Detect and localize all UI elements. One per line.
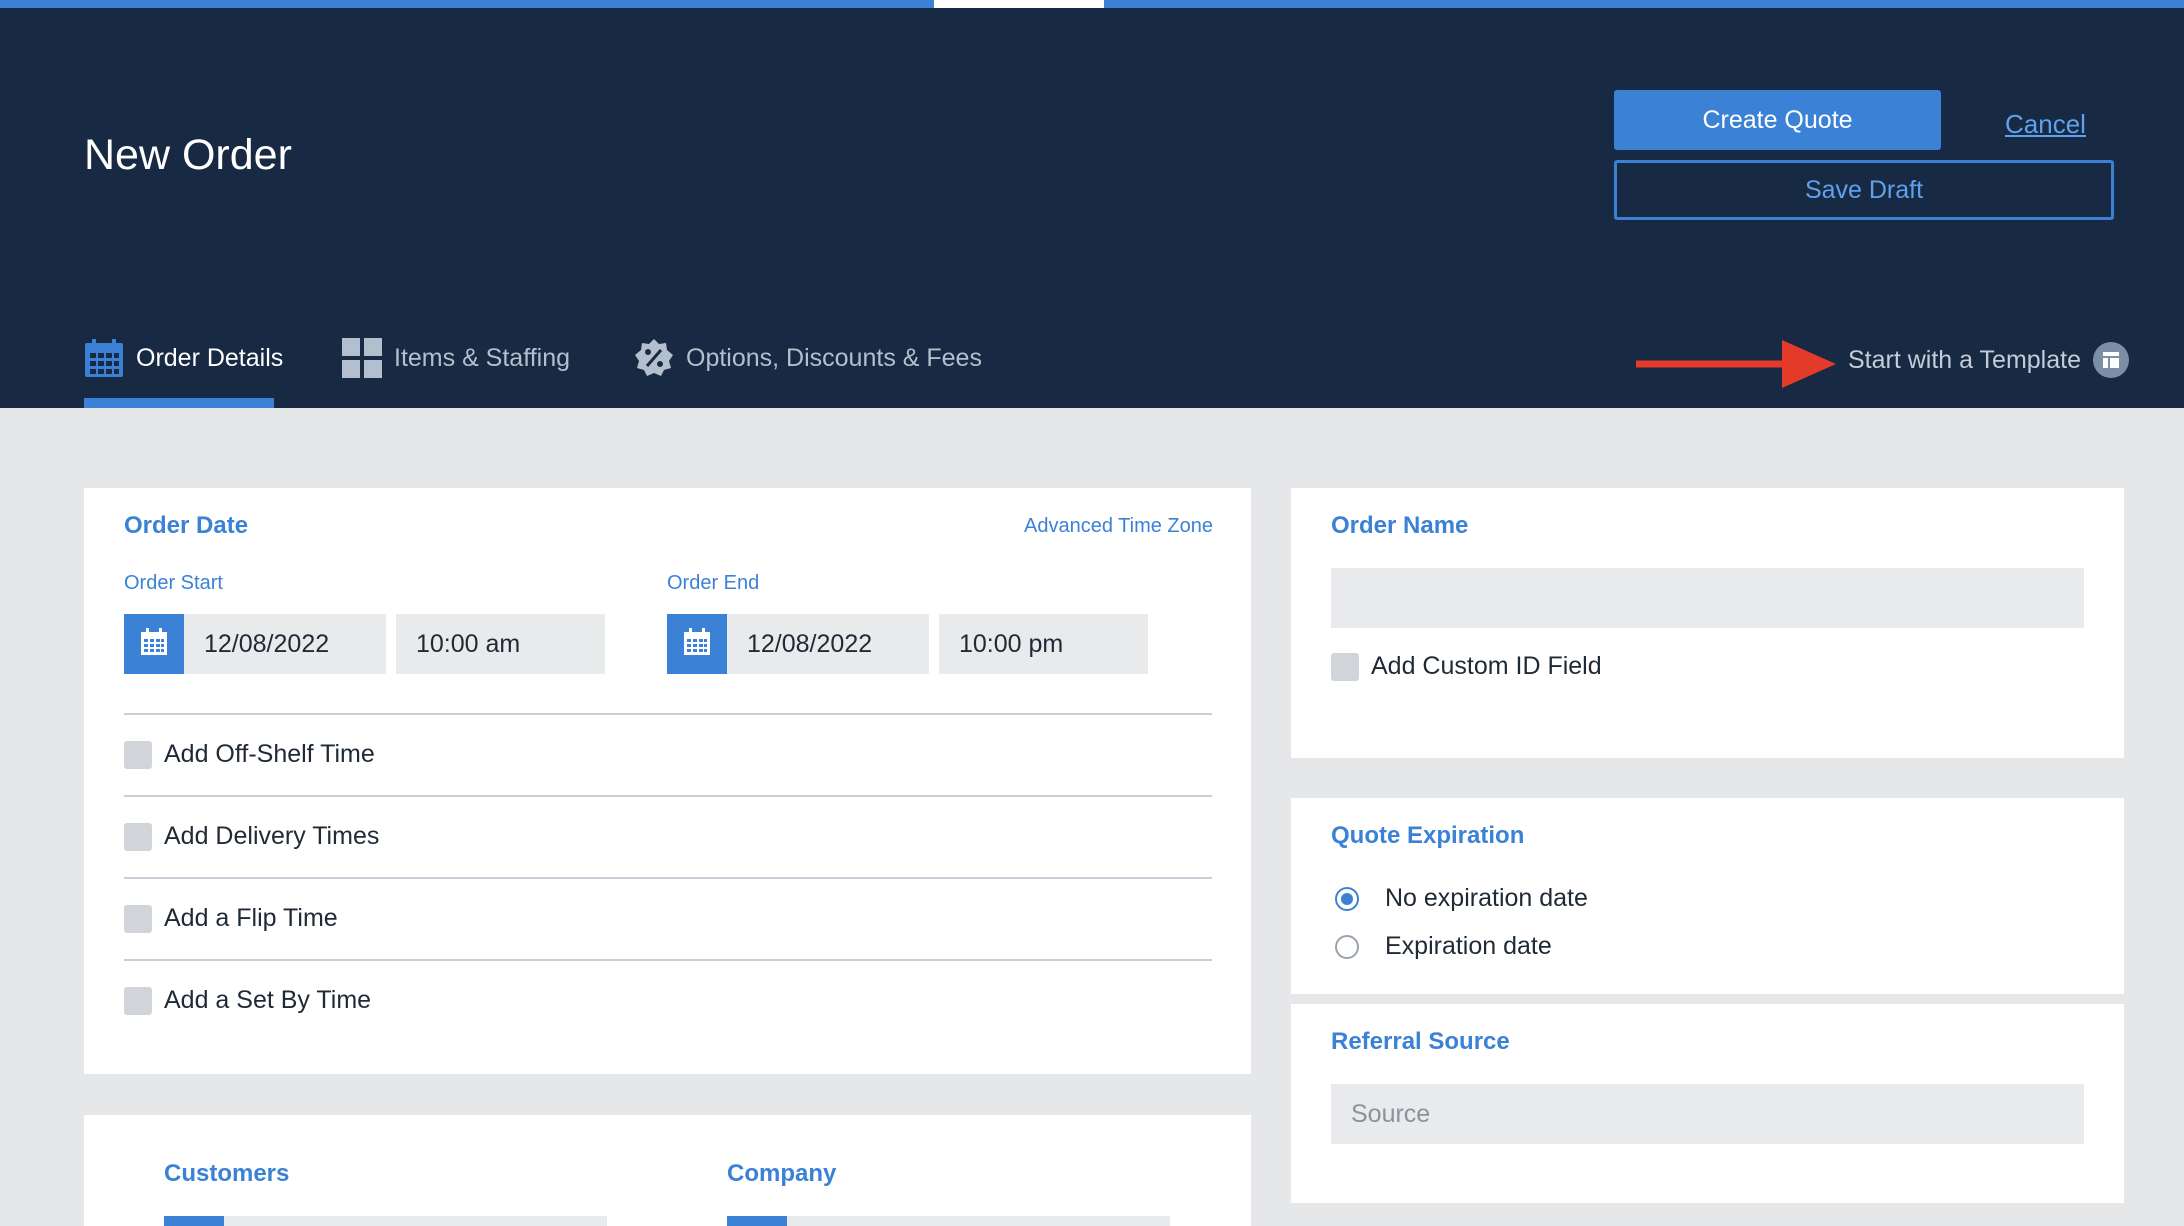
discount-badge-icon: [634, 338, 674, 378]
order-start-date-input[interactable]: 12/08/2022: [184, 614, 386, 674]
checkbox-label: Add a Set By Time: [164, 986, 372, 1014]
radio-selected[interactable]: [1335, 886, 1359, 911]
order-start-label: Order Start: [124, 572, 223, 594]
off-shelf-time-checkbox-row[interactable]: Add Off-Shelf Time: [124, 740, 375, 769]
checkbox[interactable]: [1331, 652, 1359, 681]
customers-input[interactable]: [164, 1216, 607, 1226]
start-with-template-link[interactable]: Start with a Template: [1848, 342, 2129, 378]
customers-title: Customers: [164, 1160, 290, 1187]
customers-card: Customers Company: [84, 1115, 1251, 1226]
divider: [124, 877, 1212, 879]
expiration-date-radio-row[interactable]: Expiration date: [1335, 932, 1552, 961]
radio-unselected[interactable]: [1335, 934, 1359, 959]
create-quote-button[interactable]: Create Quote: [1614, 90, 1941, 150]
tab-label: Items & Staffing: [394, 344, 571, 372]
company-search-button[interactable]: [727, 1216, 787, 1226]
custom-id-checkbox-row[interactable]: Add Custom ID Field: [1331, 652, 1602, 681]
tab-label: Order Details: [136, 344, 284, 372]
quote-expiration-card: Quote Expiration No expiration date Expi…: [1291, 798, 2124, 994]
referral-source-title: Referral Source: [1331, 1028, 1510, 1055]
order-end-time-input[interactable]: 10:00 pm: [939, 614, 1148, 674]
cancel-link[interactable]: Cancel: [2005, 109, 2086, 140]
divider: [124, 959, 1212, 961]
template-icon: [2092, 342, 2129, 378]
checkbox[interactable]: [124, 986, 152, 1015]
set-by-time-checkbox-row[interactable]: Add a Set By Time: [124, 986, 371, 1015]
order-name-card: Order Name Add Custom ID Field: [1291, 488, 2124, 758]
checkbox-label: Add Delivery Times: [164, 822, 380, 850]
checkbox-label: Add a Flip Time: [164, 904, 338, 932]
radio-label: Expiration date: [1385, 932, 1552, 960]
save-draft-button[interactable]: Save Draft: [1614, 160, 2114, 220]
flip-time-checkbox-row[interactable]: Add a Flip Time: [124, 904, 338, 933]
order-name-input[interactable]: [1331, 568, 2084, 628]
order-start-time-input[interactable]: 10:00 am: [396, 614, 605, 674]
tab-items-staffing[interactable]: Items & Staffing: [342, 338, 570, 400]
checkbox-label: Add Custom ID Field: [1371, 652, 1602, 680]
checkbox[interactable]: [124, 904, 152, 933]
page-title: New Order: [84, 131, 292, 179]
tab-options-discounts-fees[interactable]: Options, Discounts & Fees: [634, 338, 982, 400]
no-expiration-radio-row[interactable]: No expiration date: [1335, 884, 1588, 913]
checkbox-label: Add Off-Shelf Time: [164, 740, 375, 768]
grid-icon: [342, 338, 382, 378]
checkbox[interactable]: [124, 740, 152, 769]
referral-source-card: Referral Source Source: [1291, 1004, 2124, 1203]
referral-source-input[interactable]: Source: [1331, 1084, 2084, 1144]
calendar-icon: [84, 338, 124, 378]
template-link-label: Start with a Template: [1848, 345, 2081, 374]
order-date-title: Order Date: [124, 512, 249, 539]
order-name-title: Order Name: [1331, 512, 1469, 539]
annotation-arrow: [1636, 340, 1836, 388]
order-end-calendar-button[interactable]: [667, 614, 727, 674]
order-start-calendar-button[interactable]: [124, 614, 184, 674]
customers-search-button[interactable]: [164, 1216, 224, 1226]
divider: [124, 795, 1212, 797]
advanced-time-zone-link[interactable]: Advanced Time Zone: [1024, 515, 1213, 538]
quote-expiration-title: Quote Expiration: [1331, 822, 1525, 849]
tab-order-details[interactable]: Order Details: [84, 338, 283, 400]
tab-label: Options, Discounts & Fees: [686, 344, 982, 372]
radio-label: No expiration date: [1385, 884, 1588, 912]
divider: [124, 713, 1212, 715]
order-date-card: Order Date Advanced Time Zone Order Star…: [84, 488, 1251, 1074]
calendar-icon: [683, 627, 711, 661]
active-tab-indicator: [84, 398, 274, 408]
order-end-date-input[interactable]: 12/08/2022: [727, 614, 929, 674]
checkbox[interactable]: [124, 822, 152, 851]
company-input[interactable]: [727, 1216, 1170, 1226]
calendar-icon: [140, 627, 168, 661]
top-progress-indicator: [934, 0, 1104, 8]
order-end-label: Order End: [667, 572, 760, 594]
company-title: Company: [727, 1160, 837, 1187]
delivery-times-checkbox-row[interactable]: Add Delivery Times: [124, 822, 379, 851]
